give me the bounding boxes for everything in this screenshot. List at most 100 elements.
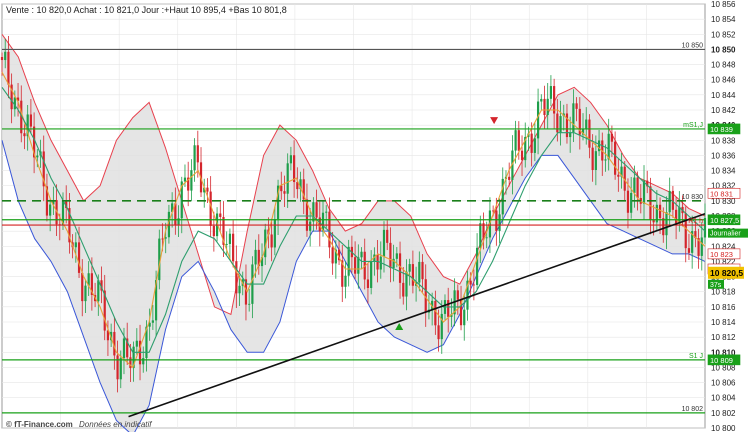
candle-body (514, 130, 517, 151)
level-label: R1 h (688, 218, 703, 225)
candle-body (447, 300, 450, 317)
candle-body (575, 103, 578, 109)
candle-body (520, 150, 524, 161)
candle-body (610, 133, 614, 142)
candle-body (456, 290, 459, 300)
candle-body (122, 338, 126, 359)
candle-body (331, 247, 334, 264)
disclaimer-label: Données en indicatif (79, 420, 152, 429)
footer: © fT-Finance.com Données en indicatif (6, 420, 152, 429)
candle-body (219, 213, 222, 218)
candle-body (700, 237, 703, 256)
candle-body (485, 237, 488, 239)
candle-body (440, 313, 443, 340)
candle-body (283, 191, 286, 194)
candle-body (626, 190, 630, 213)
period-tag-label: Journalier (710, 231, 741, 238)
candle-body (386, 229, 389, 243)
candle-body (418, 261, 421, 283)
candle-body (97, 280, 100, 302)
last-price-label: 10 820,5 (710, 268, 743, 278)
candle-body (254, 249, 257, 265)
candle-body (665, 212, 668, 236)
candle-body (235, 261, 238, 294)
candle-body (161, 238, 164, 240)
candle-body (642, 180, 646, 204)
candle-body (84, 285, 87, 302)
candle-body (119, 358, 122, 380)
level-label: 10 830 (682, 194, 704, 201)
candle-body (183, 177, 187, 182)
candle-body (74, 242, 77, 248)
y-tick-label: 10 854 (711, 15, 736, 24)
candle-body (228, 233, 232, 244)
candle-body (354, 257, 357, 274)
candle-body (469, 280, 472, 285)
candle-body (212, 225, 215, 237)
y-tick-label: 10 800 (711, 424, 736, 432)
candle-body (408, 264, 411, 272)
y-tick-label: 10 850 (711, 45, 736, 54)
y-tick-label: 10 818 (711, 288, 736, 297)
price-tag-label: 10 839 (710, 125, 733, 134)
candle-body (357, 257, 360, 274)
y-tick-label: 10 856 (711, 0, 736, 9)
price-tag-label: 10 823 (710, 250, 733, 259)
candle-body (530, 133, 533, 153)
candle-body (617, 174, 620, 177)
y-tick-label: 10 816 (711, 303, 736, 312)
candle-body (0, 57, 4, 61)
level-label: mS1,J (683, 122, 703, 129)
candle-body (475, 247, 479, 285)
candle-body (517, 130, 520, 151)
candle-body (703, 217, 707, 238)
timer-label: 37s (710, 282, 722, 289)
level-label: 10 850 (682, 42, 704, 49)
candle-body (540, 98, 543, 102)
candle-body (533, 138, 536, 153)
candle-body (36, 155, 39, 158)
y-tick-label: 10 848 (711, 61, 736, 70)
candle-body (411, 264, 414, 286)
candle-body (81, 272, 84, 302)
y-tick-label: 10 846 (711, 76, 736, 85)
candle-body (594, 151, 597, 171)
candle-body (289, 155, 293, 164)
candle-body (591, 147, 594, 171)
chart: 10 856 10 854 10 852 10 850 10 848 10 846 10 8… (0, 0, 750, 437)
candle-body (225, 243, 228, 245)
candle-body (543, 98, 546, 116)
candle-body (49, 204, 52, 216)
y-tick-label: 10 806 (711, 379, 736, 388)
candle-body (206, 187, 209, 192)
candle-body (193, 145, 196, 171)
candle-body (116, 355, 119, 380)
candle-body (389, 242, 392, 269)
candle-body (553, 86, 556, 114)
brand-label: © fT-Finance.com (6, 420, 73, 429)
candle-body (472, 284, 475, 286)
y-tick-label: 10 804 (711, 394, 736, 403)
y-tick-label: 10 844 (711, 91, 736, 100)
candle-body (29, 114, 32, 127)
price-tag-label: 10 831 (710, 189, 733, 198)
candle-body (344, 275, 347, 287)
candle-body (395, 253, 398, 259)
candle-body (559, 116, 562, 133)
candle-body (678, 206, 681, 224)
candle-body (495, 210, 498, 231)
candle-body (633, 177, 636, 193)
candle-body (556, 113, 559, 133)
candle-body (687, 248, 691, 253)
candle-body (572, 103, 575, 133)
candle-body (360, 251, 363, 258)
y-tick-label: 10 836 (711, 151, 736, 160)
candle-body (636, 177, 639, 198)
candle-body (248, 303, 251, 305)
candle-body (273, 219, 276, 248)
candle-body (546, 98, 549, 116)
y-tick-label: 10 852 (711, 30, 736, 39)
candle-body (607, 133, 610, 160)
candle-body (421, 261, 424, 280)
candle-body (23, 133, 26, 137)
